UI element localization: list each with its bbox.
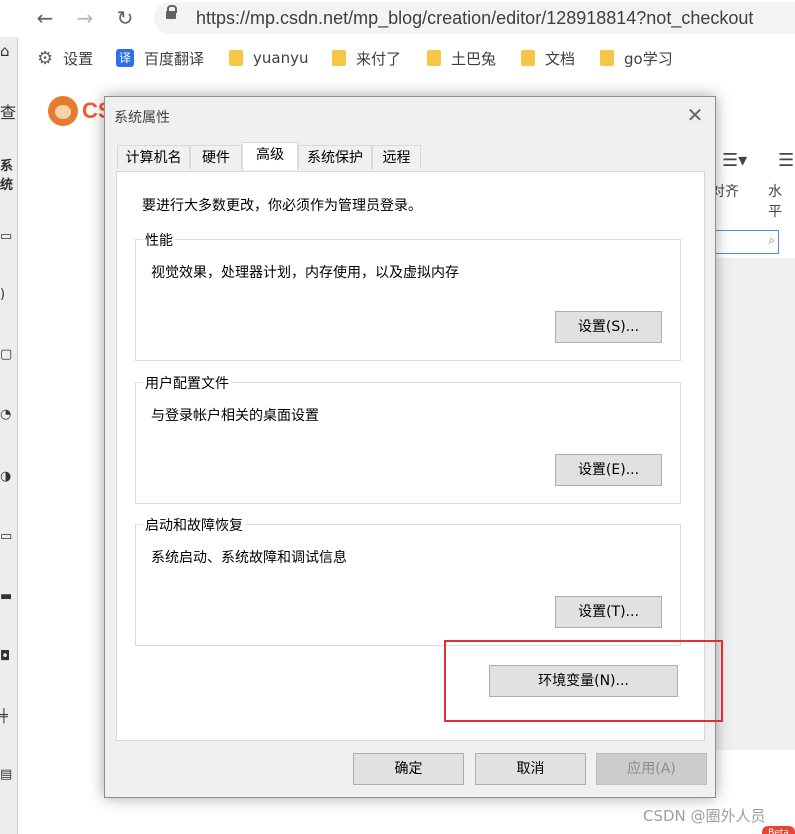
user-profiles-title: 用户配置文件: [143, 373, 231, 393]
performance-title: 性能: [143, 230, 175, 250]
back-button[interactable]: ←: [31, 5, 59, 31]
performance-group: 性能 视觉效果，处理器计划，内存使用，以及虚拟内存 设置(S)...: [135, 230, 681, 361]
apply-button[interactable]: 应用(A): [596, 753, 707, 785]
tab-hardware[interactable]: 硬件: [190, 145, 242, 169]
left-strip-title: 系统: [0, 159, 14, 193]
startup-recovery-description: 系统启动、系统故障和调试信息: [151, 550, 347, 566]
startup-recovery-settings-button[interactable]: 设置(T)...: [555, 596, 662, 628]
cancel-button[interactable]: 取消: [475, 753, 586, 785]
csdn-watermark: CSDN @圈外人员: [643, 807, 766, 825]
lock-icon: [166, 5, 177, 19]
power-icon[interactable]: ◔: [0, 407, 17, 422]
bookmark-tubatu[interactable]: 土巴兔: [427, 46, 496, 70]
bookmark-docs[interactable]: 文档: [521, 46, 575, 70]
bookmark-yuanyu[interactable]: yuanyu: [229, 46, 308, 70]
search-icon: ⌕: [768, 233, 775, 247]
highlight-annotation: [444, 640, 723, 722]
bookmark-settings[interactable]: ⚙ 设置: [37, 46, 93, 70]
monkey-logo-icon: [48, 96, 78, 126]
storage-icon[interactable]: ▭: [0, 529, 17, 544]
bookmark-label: 来付了: [356, 49, 402, 68]
user-profiles-settings-button[interactable]: 设置(E)...: [555, 454, 662, 486]
sound-icon[interactable]: ): [0, 287, 17, 302]
folder-icon: [229, 50, 243, 66]
home-icon[interactable]: ⌂: [0, 42, 17, 60]
horizontal-icon[interactable]: ☰: [778, 150, 794, 171]
browser-toolbar: ← → ↻ https://mp.csdn.net/mp_blog/creati…: [0, 0, 795, 37]
folder-icon: [332, 50, 346, 66]
dialog-title: 系统属性: [114, 110, 170, 126]
bookmark-label: 土巴兔: [451, 49, 497, 68]
bookmark-label: 百度翻译: [144, 49, 205, 68]
bookmark-laifule[interactable]: 来付了: [332, 46, 401, 70]
beta-badge: Beta: [762, 826, 795, 834]
folder-icon: [427, 50, 441, 66]
close-button[interactable]: ✕: [683, 103, 707, 127]
csdn-logo[interactable]: CS: [48, 96, 113, 126]
arrow-left-icon: ←: [36, 6, 54, 30]
page-search-input[interactable]: ⌕: [706, 230, 779, 254]
monitor-icon[interactable]: ▭: [0, 229, 17, 244]
remote-icon[interactable]: ▤: [0, 767, 17, 782]
folder-icon: [521, 50, 535, 66]
tab-computer-name[interactable]: 计算机名: [117, 145, 190, 169]
admin-note: 要进行大多数更改，你必须作为管理员登录。: [142, 198, 422, 214]
tab-system-protection[interactable]: 系统保护: [298, 145, 372, 169]
keyboard-icon[interactable]: ▬: [0, 589, 17, 604]
gear-icon: ⚙: [37, 47, 54, 69]
performance-settings-button[interactable]: 设置(S)...: [555, 311, 662, 343]
bookmark-label: 文档: [545, 49, 576, 68]
bookmark-go-study[interactable]: go学习: [600, 46, 673, 70]
tab-advanced[interactable]: 高级: [242, 142, 298, 170]
arrow-right-icon: →: [76, 6, 94, 30]
tab-remote[interactable]: 远程: [372, 145, 421, 169]
user-profiles-description: 与登录帐户相关的桌面设置: [151, 408, 319, 424]
bookmark-label: 设置: [63, 49, 94, 68]
startup-recovery-title: 启动和故障恢复: [143, 515, 245, 535]
horizontal-label: 水平: [768, 184, 782, 220]
folder-icon: [600, 50, 614, 66]
align-icon[interactable]: ☰▾: [722, 150, 747, 171]
close-icon: ✕: [686, 103, 704, 127]
reload-button[interactable]: ↻: [111, 5, 139, 31]
left-strip-text: 查: [0, 103, 17, 122]
url-text: https://mp.csdn.net/mp_blog/creation/edi…: [196, 8, 754, 28]
ok-button[interactable]: 确定: [353, 753, 464, 785]
bookmark-label: go学习: [624, 49, 673, 68]
tools-icon[interactable]: ╪: [0, 709, 17, 724]
forward-button[interactable]: →: [71, 5, 99, 31]
user-profiles-group: 用户配置文件 与登录帐户相关的桌面设置 设置(E)...: [135, 373, 681, 504]
startup-recovery-group: 启动和故障恢复 系统启动、系统故障和调试信息 设置(T)...: [135, 515, 681, 646]
bookmarks-bar: ⚙ 设置 译 百度翻译 yuanyu 来付了 土巴兔 文档 go学习: [18, 37, 795, 79]
mouse-icon[interactable]: ◘: [0, 649, 17, 664]
performance-description: 视觉效果，处理器计划，内存使用，以及虚拟内存: [151, 265, 459, 281]
bookmark-baidu-translate[interactable]: 译 百度翻译: [116, 46, 204, 70]
notification-icon[interactable]: ▢: [0, 347, 17, 362]
reload-icon: ↻: [116, 6, 134, 30]
battery-icon[interactable]: ◑: [0, 469, 17, 484]
address-bar[interactable]: https://mp.csdn.net/mp_blog/creation/edi…: [154, 2, 795, 34]
left-side-strip: ⌂ 查 系统 ▭ ) ▢ ◔ ◑ ▭ ▬ ◘ ╪ ▤: [0, 37, 18, 834]
translate-icon: 译: [116, 49, 134, 67]
bookmark-label: yuanyu: [253, 49, 309, 67]
